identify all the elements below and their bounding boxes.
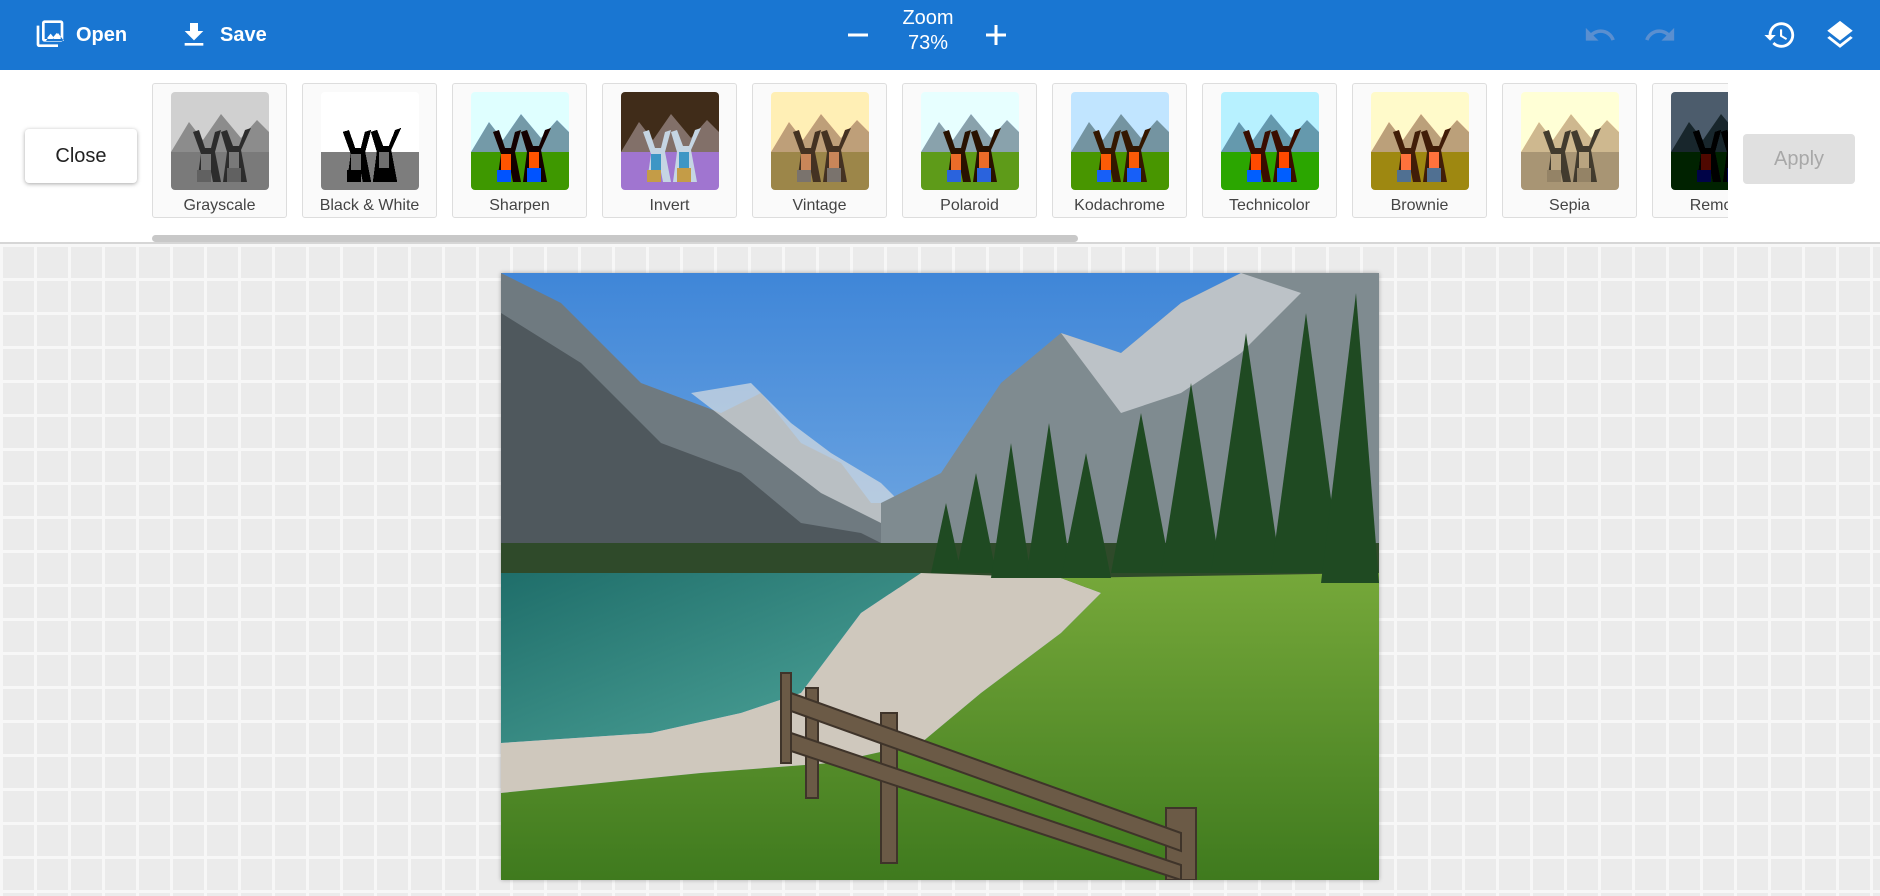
filter-thumbnail — [1070, 92, 1169, 190]
filter-sharpen[interactable]: Sharpen — [452, 83, 587, 218]
history-button[interactable] — [1760, 15, 1800, 55]
image-icon — [36, 20, 64, 47]
filter-label: Grayscale — [183, 197, 256, 214]
filter-brownie[interactable]: Brownie — [1352, 83, 1487, 218]
filter-sepia[interactable]: Sepia — [1502, 83, 1637, 218]
layers-icon — [1827, 20, 1853, 48]
filter-thumbnail — [470, 92, 569, 190]
top-toolbar: Open Save Zoom 73% — [0, 0, 1880, 70]
redo-icon — [1645, 27, 1675, 41]
landscape-image — [501, 273, 1379, 880]
filter-list[interactable]: Grayscale Black & White Sharpen Invert V… — [152, 83, 1728, 233]
save-label: Save — [220, 23, 267, 46]
zoom-indicator: Zoom 73% — [880, 6, 976, 56]
filter-thumbnail — [1670, 92, 1728, 190]
filter-label: Remove — [1689, 197, 1728, 214]
filter-thumbnail — [170, 92, 269, 190]
filter-thumbnail — [1370, 92, 1469, 190]
filter-invert[interactable]: Invert — [602, 83, 737, 218]
filter-track: Grayscale Black & White Sharpen Invert V… — [152, 83, 1728, 218]
undo-icon — [1585, 27, 1615, 41]
filter-label: Polaroid — [940, 197, 999, 214]
filter-label: Technicolor — [1229, 197, 1310, 214]
filter-label: Brownie — [1390, 197, 1449, 214]
filter-thumbnail — [620, 92, 719, 190]
layers-button[interactable] — [1820, 15, 1860, 55]
zoom-in-button[interactable] — [976, 15, 1016, 55]
filter-thumbnail — [320, 92, 419, 190]
undo-button[interactable] — [1580, 15, 1620, 55]
filter-scrollbar[interactable] — [152, 235, 1078, 242]
filter-vintage[interactable]: Vintage — [752, 83, 887, 218]
filter-thumbnail — [1220, 92, 1319, 190]
download-icon — [184, 23, 204, 46]
filter-label: Invert — [649, 197, 690, 214]
filter-polaroid[interactable]: Polaroid — [902, 83, 1037, 218]
zoom-value: 73% — [907, 32, 949, 54]
history-icon — [1764, 22, 1795, 48]
filter-panel: Close Grayscale Black & White Sharpen In… — [0, 70, 1880, 244]
canvas-area[interactable] — [0, 244, 1880, 896]
zoom-out-button[interactable] — [838, 15, 878, 55]
filter-kodachrome[interactable]: Kodachrome — [1052, 83, 1187, 218]
redo-button[interactable] — [1640, 15, 1680, 55]
apply-button[interactable]: Apply — [1743, 134, 1855, 184]
edited-photo[interactable] — [501, 273, 1379, 880]
plus-icon — [986, 25, 1006, 45]
filter-label: Black & White — [319, 197, 420, 214]
filter-black-white[interactable]: Black & White — [302, 83, 437, 218]
filter-label: Kodachrome — [1074, 197, 1165, 214]
close-button[interactable]: Close — [25, 129, 137, 183]
minus-icon — [848, 33, 868, 37]
filter-label: Vintage — [792, 197, 847, 214]
open-button[interactable]: Open — [34, 14, 127, 56]
open-label: Open — [76, 23, 128, 46]
filter-label: Sharpen — [489, 197, 550, 214]
filter-label: Sepia — [1549, 197, 1590, 214]
filter-thumbnail — [1520, 92, 1619, 190]
filter-remove[interactable]: Remove — [1652, 83, 1728, 218]
filter-grayscale[interactable]: Grayscale — [152, 83, 287, 218]
filter-thumbnail — [920, 92, 1019, 190]
filter-thumbnail — [770, 92, 869, 190]
filter-technicolor[interactable]: Technicolor — [1202, 83, 1337, 218]
save-button[interactable]: Save — [178, 14, 267, 56]
zoom-label: Zoom — [902, 7, 954, 29]
